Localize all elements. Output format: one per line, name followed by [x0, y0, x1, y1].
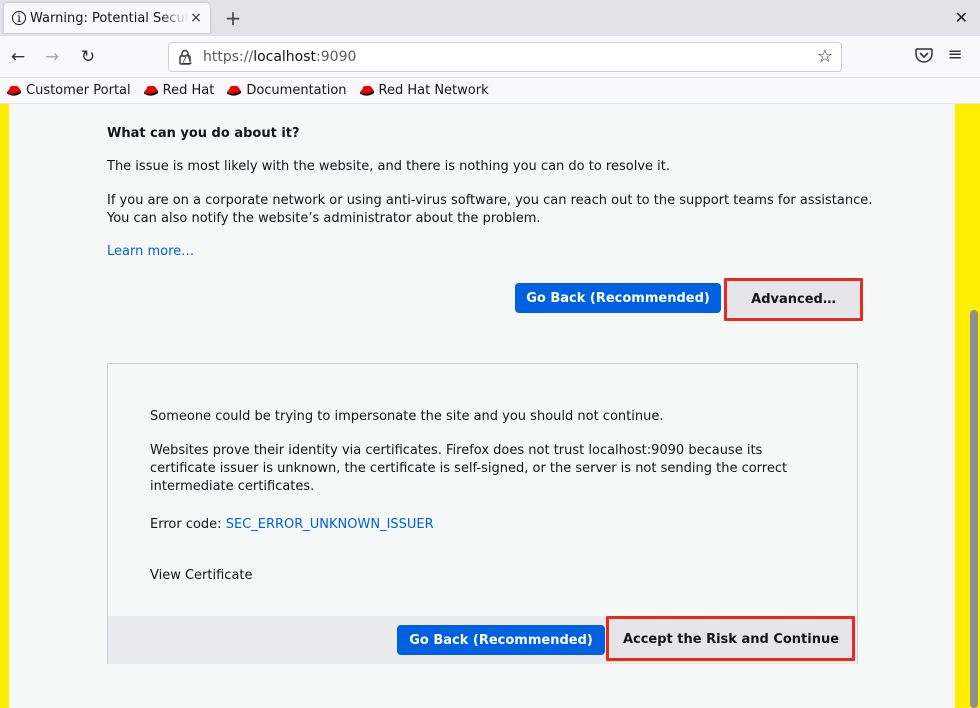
bookmark-star-icon[interactable]: ☆ [817, 46, 833, 67]
bookmark-customer-portal[interactable]: Customer Portal [6, 83, 131, 98]
scrollbar-thumb[interactable] [970, 310, 978, 708]
redhat-icon [227, 85, 242, 96]
cert-explanation-line-2: certificate issuer is unknown, the certi… [150, 461, 788, 476]
redhat-icon [7, 85, 21, 96]
reload-icon[interactable]: ↻ [76, 46, 100, 68]
new-tab-button[interactable]: + [222, 6, 244, 30]
cert-explanation-line-3: intermediate certificates. [150, 479, 315, 494]
corporate-network-line-1: If you are on a corporate network or usi… [107, 193, 873, 208]
corporate-network-line-2: You can also notify the website’s admini… [107, 211, 541, 226]
cert-explanation-line-1: Websites prove their identity via certif… [150, 443, 763, 458]
url-scheme: https:// [203, 49, 254, 65]
bookmark-label: Red Hat [162, 83, 215, 98]
learn-more-link[interactable]: Learn more… [107, 243, 194, 261]
tab-title: Warning: Potential Security Risk Ahead [30, 10, 188, 26]
window-close-icon[interactable]: ✕ [955, 8, 968, 27]
redhat-icon [359, 85, 374, 96]
error-code-line: Error code: SEC_ERROR_UNKNOWN_ISSUER [150, 516, 790, 534]
url-domain: localhost [253, 49, 317, 65]
redhat-icon [143, 85, 158, 96]
go-back-button[interactable]: Go Back (Recommended) [515, 283, 721, 313]
error-code-label: Error code: [150, 517, 226, 532]
advanced-highlight-box [724, 278, 863, 321]
bookmark-label: Red Hat Network [378, 83, 489, 98]
url-text: https://localhost:9090 [203, 49, 356, 65]
url-port: :9090 [316, 49, 357, 65]
issue-paragraph: The issue is most likely with the websit… [107, 159, 670, 174]
bookmark-documentation[interactable]: Documentation [226, 83, 347, 98]
go-back-button-advanced[interactable]: Go Back (Recommended) [397, 625, 605, 655]
view-certificate-link[interactable]: View Certificate [150, 567, 253, 585]
close-tab-icon[interactable]: × [188, 10, 204, 26]
tab-security-warning[interactable]: i Warning: Potential Security Risk Ahead… [4, 3, 210, 33]
pocket-icon[interactable] [914, 45, 934, 65]
insecure-lock-icon[interactable]: ! [177, 48, 195, 66]
info-icon: i [12, 11, 26, 25]
error-code-link[interactable]: SEC_ERROR_UNKNOWN_ISSUER [226, 517, 434, 532]
svg-text:!: ! [188, 59, 190, 66]
url-bar[interactable]: ! https://localhost:9090 ☆ [168, 42, 842, 72]
bookmarks-toolbar: Customer Portal Red Hat Documentation Re… [0, 78, 980, 104]
impersonate-text: Someone could be trying to impersonate t… [150, 409, 664, 424]
forward-arrow-icon[interactable]: → [40, 46, 64, 68]
bookmark-red-hat[interactable]: Red Hat [143, 83, 215, 98]
what-can-you-do-heading: What can you do about it? [107, 126, 300, 141]
back-arrow-icon[interactable]: ← [6, 46, 30, 68]
bookmark-red-hat-network[interactable]: Red Hat Network [359, 83, 489, 98]
navigation-bar: ← → ↻ ! https://localhost:9090 ☆ ≡ [0, 36, 980, 78]
hamburger-menu-icon[interactable]: ≡ [944, 45, 966, 65]
bookmark-label: Documentation [246, 83, 347, 98]
tab-strip: i Warning: Potential Security Risk Ahead… [0, 0, 980, 36]
accept-risk-highlight-box [606, 616, 855, 661]
bookmark-label: Customer Portal [26, 83, 131, 98]
content-area: What can you do about it? The issue is m… [0, 104, 980, 708]
